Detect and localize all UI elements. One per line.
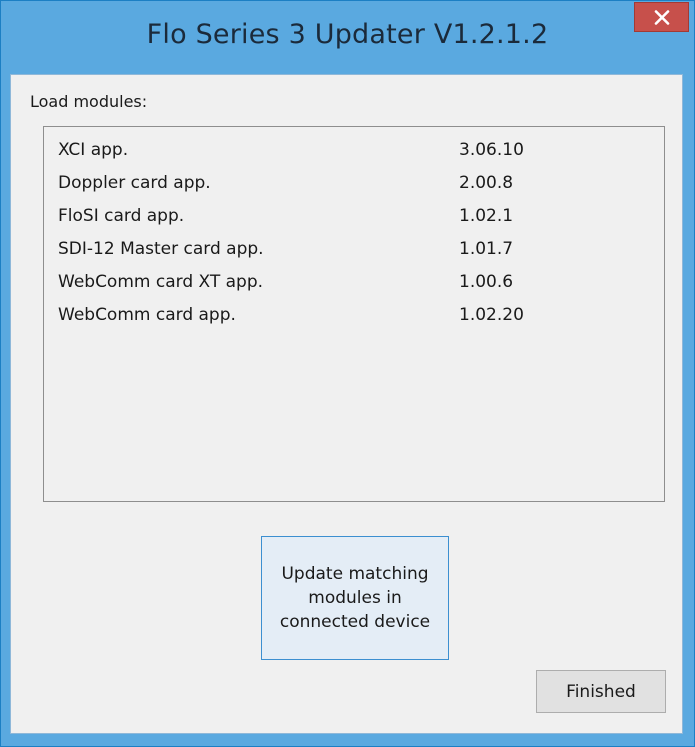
module-version: 2.00.8 (459, 173, 514, 193)
module-version: 1.02.20 (459, 305, 524, 325)
module-name: SDI-12 Master card app. (58, 239, 264, 259)
update-modules-button[interactable]: Update matching modules in connected dev… (261, 536, 449, 660)
list-item[interactable]: XCI app. 3.06.10 (58, 140, 658, 168)
list-item[interactable]: WebComm card app. 1.02.20 (58, 305, 658, 333)
finished-button[interactable]: Finished (536, 670, 666, 713)
window-title: Flo Series 3 Updater V1.2.1.2 (146, 19, 549, 50)
close-button[interactable] (634, 2, 689, 32)
list-item[interactable]: Doppler card app. 2.00.8 (58, 173, 658, 201)
module-name: FloSI card app. (58, 206, 185, 226)
module-version: 1.01.7 (459, 239, 514, 259)
list-item[interactable]: WebComm card XT app. 1.00.6 (58, 272, 658, 300)
module-version: 1.02.1 (459, 206, 514, 226)
module-version: 3.06.10 (459, 140, 524, 160)
module-name: WebComm card app. (58, 305, 236, 325)
list-item[interactable]: SDI-12 Master card app. 1.01.7 (58, 239, 658, 267)
load-modules-label: Load modules: (30, 92, 148, 111)
title-bar[interactable]: Flo Series 3 Updater V1.2.1.2 (1, 1, 694, 75)
module-name: WebComm card XT app. (58, 272, 264, 292)
module-name: Doppler card app. (58, 173, 211, 193)
modules-list[interactable]: XCI app. 3.06.10 Doppler card app. 2.00.… (43, 126, 665, 502)
list-item[interactable]: FloSI card app. 1.02.1 (58, 206, 658, 234)
close-icon (654, 10, 670, 25)
module-name: XCI app. (58, 140, 129, 160)
update-modules-button-label: Update matching modules in connected dev… (279, 564, 431, 632)
module-version: 1.00.6 (459, 272, 514, 292)
